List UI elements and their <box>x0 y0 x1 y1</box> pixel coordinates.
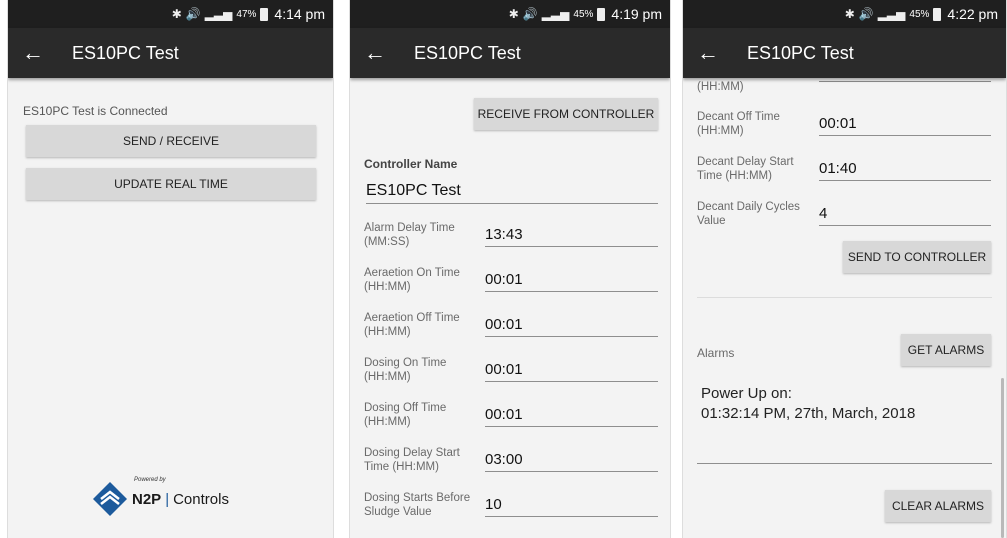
update-real-time-button[interactable]: UPDATE REAL TIME <box>26 168 316 200</box>
arrow-left-icon[interactable]: ← <box>683 40 733 66</box>
n2p-controls-logo: Powered by N2P | Controls <box>92 477 229 517</box>
controller-name-input[interactable]: ES10PC Test <box>366 182 658 204</box>
alarm-delay-time-label: Alarm Delay Time (MM:SS) <box>364 222 455 248</box>
decant-off-time-label: Decant Off Time (HH:MM) <box>697 111 780 137</box>
bluetooth-icon: ✱ <box>171 7 182 21</box>
clear-alarms-button[interactable]: CLEAR ALARMS <box>885 490 991 522</box>
battery-percent: 45% <box>573 8 594 20</box>
dosing-starts-before-sludge-input[interactable]: 10 <box>485 496 658 517</box>
signal-icon: ▂▃▅ <box>541 7 570 21</box>
battery-percent: 45% <box>909 8 930 20</box>
get-alarms-button[interactable]: GET ALARMS <box>901 334 991 366</box>
arrow-left-icon[interactable]: ← <box>350 40 400 66</box>
n2p-diamond-icon <box>93 482 127 516</box>
settings-form: RECEIVE FROM CONTROLLER Controller Name … <box>350 78 670 538</box>
brand-left: N2P <box>132 490 162 508</box>
alarm-delay-time-input[interactable]: 13:43 <box>485 226 658 247</box>
controller-name-label: Controller Name <box>364 157 458 171</box>
bluetooth-icon: ✱ <box>508 7 519 21</box>
aeration-off-time-label: Aeraetion Off Time (HH:MM) <box>364 312 460 338</box>
brand-right: Controls <box>173 490 229 508</box>
clock: 4:22 pm <box>947 6 998 22</box>
decant-delay-start-time-input[interactable]: 01:40 <box>819 160 991 181</box>
page-title: ES10PC Test <box>72 42 179 63</box>
settings-form: (HH:MM) Decant Off Time (HH:MM) 00:01 De… <box>683 78 1006 538</box>
dosing-off-time-label: Dosing Off Time (HH:MM) <box>364 402 447 428</box>
arrow-left-icon[interactable]: ← <box>8 40 58 66</box>
dosing-starts-before-sludge-label: Dosing Starts Before Sludge Value <box>364 492 471 518</box>
volume-icon: 🔊 <box>185 7 201 21</box>
volume-icon: 🔊 <box>858 7 874 21</box>
main-content: ES10PC Test is Connected SEND / RECEIVE … <box>8 78 333 538</box>
partial-label: (HH:MM) <box>697 81 744 93</box>
dosing-off-time-input[interactable]: 00:01 <box>485 406 658 427</box>
dosing-delay-start-time-label: Dosing Delay Start Time (HH:MM) <box>364 447 460 473</box>
volume-icon: 🔊 <box>522 7 538 21</box>
clock: 4:14 pm <box>274 6 325 22</box>
dosing-delay-start-time-input[interactable]: 03:00 <box>485 451 658 472</box>
status-bar: ✱ 🔊 ▂▃▅ 45% 4:22 pm <box>683 0 1006 28</box>
battery-icon <box>260 7 269 21</box>
clock: 4:19 pm <box>611 6 662 22</box>
status-bar: ✱ 🔊 ▂▃▅ 45% 4:19 pm <box>350 0 670 28</box>
aeration-off-time-input[interactable]: 00:01 <box>485 316 658 337</box>
battery-icon <box>933 7 942 21</box>
signal-icon: ▂▃▅ <box>204 7 233 21</box>
bluetooth-icon: ✱ <box>844 7 855 21</box>
screen-decant-alarms: ✱ 🔊 ▂▃▅ 45% 4:22 pm ← ES10PC Test (HH:MM… <box>682 0 1007 538</box>
app-bar: ← ES10PC Test <box>683 28 1006 78</box>
alarms-label: Alarms <box>697 346 735 360</box>
page-title: ES10PC Test <box>414 42 521 63</box>
status-bar: ✱ 🔊 ▂▃▅ 47% 4:14 pm <box>8 0 333 28</box>
section-divider <box>697 297 992 298</box>
page-title: ES10PC Test <box>747 42 854 63</box>
screen-connected: ✱ 🔊 ▂▃▅ 47% 4:14 pm ← ES10PC Test ES10PC… <box>7 0 334 538</box>
decant-off-time-input[interactable]: 00:01 <box>819 115 991 136</box>
aeration-on-time-input[interactable]: 00:01 <box>485 271 658 292</box>
scrollbar[interactable] <box>1001 378 1004 538</box>
decant-delay-start-time-label: Decant Delay Start Time (HH:MM) <box>697 156 794 182</box>
send-to-controller-button[interactable]: SEND TO CONTROLLER <box>843 241 991 273</box>
brand-name: N2P | Controls <box>132 491 229 508</box>
signal-icon: ▂▃▅ <box>877 7 906 21</box>
decant-daily-cycles-input[interactable]: 4 <box>819 205 991 226</box>
app-bar: ← ES10PC Test <box>350 28 670 78</box>
battery-percent: 47% <box>236 8 257 20</box>
battery-icon <box>597 7 606 21</box>
dosing-on-time-input[interactable]: 00:01 <box>485 361 658 382</box>
connection-status: ES10PC Test is Connected <box>23 104 168 118</box>
app-bar: ← ES10PC Test <box>8 28 333 78</box>
brand-separator: | <box>165 490 170 508</box>
alarms-underline <box>697 463 992 464</box>
decant-daily-cycles-label: Decant Daily Cycles Value <box>697 201 800 227</box>
screen-controller-settings: ✱ 🔊 ▂▃▅ 45% 4:19 pm ← ES10PC Test RECEIV… <box>349 0 671 538</box>
alarm-line-2: 01:32:14 PM, 27th, March, 2018 <box>701 405 916 422</box>
send-receive-button[interactable]: SEND / RECEIVE <box>26 125 316 157</box>
powered-by-text: Powered by <box>134 477 166 483</box>
aeration-on-time-label: Aeraetion On Time (HH:MM) <box>364 267 460 293</box>
receive-from-controller-button[interactable]: RECEIVE FROM CONTROLLER <box>474 98 658 130</box>
alarm-line-1: Power Up on: <box>701 385 792 402</box>
dosing-on-time-label: Dosing On Time (HH:MM) <box>364 357 447 383</box>
